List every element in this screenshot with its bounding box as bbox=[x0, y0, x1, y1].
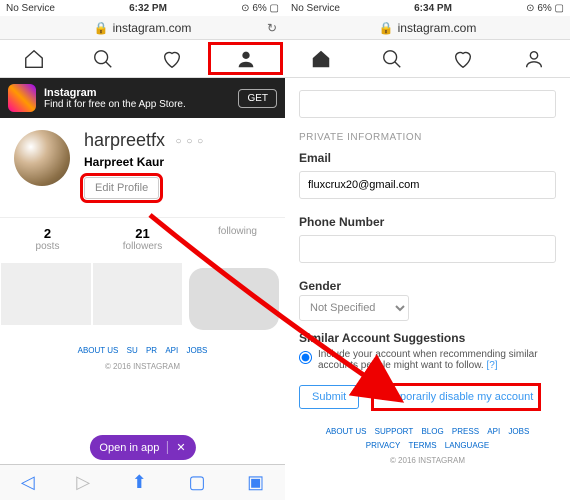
disable-account-link[interactable]: Temporarily disable my account bbox=[377, 389, 535, 405]
similar-radio[interactable] bbox=[299, 351, 312, 364]
profile-stats: 2posts 21followers following bbox=[0, 217, 285, 260]
open-in-app-pill[interactable]: Open in app✕ bbox=[89, 435, 195, 460]
email-label: Email bbox=[299, 151, 556, 165]
stat-posts[interactable]: 2posts bbox=[0, 218, 95, 260]
submit-button[interactable]: Submit bbox=[299, 385, 359, 409]
instagram-app-icon bbox=[8, 84, 36, 112]
get-app-button[interactable]: GET bbox=[238, 89, 277, 108]
battery: ⊙ 6% ▢ bbox=[526, 3, 564, 14]
status-bar: No Service 6:32 PM ⊙ 6% ▢ bbox=[0, 0, 285, 16]
similar-label: Similar Account Suggestions bbox=[299, 331, 556, 345]
edit-profile-button[interactable]: Edit Profile bbox=[84, 177, 159, 199]
url-text: instagram.com bbox=[398, 21, 477, 35]
photo-thumb[interactable] bbox=[189, 268, 279, 330]
close-icon[interactable]: ✕ bbox=[167, 441, 185, 454]
footer-links: ABOUT US SU PR API JOBS © 2016 INSTAGRAM bbox=[0, 336, 285, 381]
share-icon[interactable]: ⬆︎ bbox=[132, 472, 147, 493]
nav-tabs bbox=[285, 40, 570, 78]
similar-desc: Include your account when recommending s… bbox=[318, 349, 556, 371]
footer-link[interactable]: ABOUT US bbox=[78, 346, 119, 355]
photo-thumb[interactable] bbox=[93, 263, 183, 325]
profile-header: harpreetfx ○ ○ ○ Harpreet Kaur Edit Prof… bbox=[0, 118, 285, 211]
help-link[interactable]: [?] bbox=[486, 360, 497, 371]
safari-toolbar: ◁ ▷ ⬆︎ ▢ ▣ bbox=[0, 464, 285, 500]
battery: ⊙ 6% ▢ bbox=[241, 3, 279, 14]
nav-tabs bbox=[0, 40, 285, 78]
footer-link[interactable]: TERMS bbox=[409, 441, 437, 450]
tab-profile[interactable] bbox=[499, 40, 570, 77]
clock: 6:32 PM bbox=[129, 3, 167, 14]
promo-subtitle: Find it for free on the App Store. bbox=[44, 99, 238, 110]
footer-link[interactable]: API bbox=[165, 346, 178, 355]
email-field[interactable] bbox=[299, 171, 556, 199]
username: harpreetfx bbox=[84, 130, 165, 151]
status-bar: No Service 6:34 PM ⊙ 6% ▢ bbox=[285, 0, 570, 16]
tab-search[interactable] bbox=[356, 40, 427, 77]
url-text: instagram.com bbox=[113, 21, 192, 35]
footer-link[interactable]: BLOG bbox=[421, 427, 443, 436]
tab-home[interactable] bbox=[285, 40, 356, 77]
tab-home[interactable] bbox=[0, 40, 69, 77]
copyright: © 2016 INSTAGRAM bbox=[289, 454, 566, 468]
lock-icon: 🔒 bbox=[379, 21, 394, 35]
gender-select[interactable]: Not Specified bbox=[299, 295, 409, 321]
tab-profile[interactable] bbox=[208, 42, 283, 75]
stat-followers[interactable]: 21followers bbox=[95, 218, 190, 260]
bio-field[interactable] bbox=[299, 90, 556, 118]
url-bar[interactable]: 🔒 instagram.com bbox=[285, 16, 570, 40]
avatar[interactable] bbox=[14, 130, 70, 186]
carrier: No Service bbox=[6, 3, 55, 14]
tabs-icon[interactable]: ▣ bbox=[247, 472, 264, 493]
footer-link[interactable]: PRESS bbox=[452, 427, 479, 436]
gender-label: Gender bbox=[299, 279, 556, 293]
footer-link[interactable]: JOBS bbox=[508, 427, 529, 436]
tab-activity[interactable] bbox=[428, 40, 499, 77]
footer-link[interactable]: LANGUAGE bbox=[445, 441, 489, 450]
footer-link[interactable]: SU bbox=[127, 346, 138, 355]
lock-icon: 🔒 bbox=[94, 21, 109, 35]
back-icon[interactable]: ◁ bbox=[21, 472, 35, 493]
photo-grid bbox=[0, 262, 285, 336]
photo-thumb[interactable] bbox=[1, 263, 91, 325]
url-bar[interactable]: 🔒 instagram.com ↻ bbox=[0, 16, 285, 40]
footer-links: ABOUT US SUPPORT BLOG PRESS API JOBS PRI… bbox=[285, 417, 570, 476]
footer-link[interactable]: API bbox=[487, 427, 500, 436]
clock: 6:34 PM bbox=[414, 3, 452, 14]
refresh-icon[interactable]: ↻ bbox=[267, 21, 277, 35]
tab-activity[interactable] bbox=[138, 40, 207, 77]
forward-icon[interactable]: ▷ bbox=[76, 472, 90, 493]
phone-field[interactable] bbox=[299, 235, 556, 263]
tab-search[interactable] bbox=[69, 40, 138, 77]
section-header: PRIVATE INFORMATION bbox=[299, 132, 556, 143]
footer-link[interactable]: PR bbox=[146, 346, 157, 355]
phone-label: Phone Number bbox=[299, 215, 556, 229]
bookmarks-icon[interactable]: ▢ bbox=[188, 472, 205, 493]
display-name: Harpreet Kaur bbox=[84, 155, 204, 169]
footer-link[interactable]: PRIVACY bbox=[366, 441, 401, 450]
footer-link[interactable]: JOBS bbox=[186, 346, 207, 355]
stat-following[interactable]: following bbox=[190, 218, 285, 260]
app-promo-banner: Instagram Find it for free on the App St… bbox=[0, 78, 285, 118]
promo-title: Instagram bbox=[44, 87, 238, 99]
more-options-icon[interactable]: ○ ○ ○ bbox=[176, 136, 205, 147]
footer-link[interactable]: SUPPORT bbox=[375, 427, 414, 436]
copyright: © 2016 INSTAGRAM bbox=[4, 360, 281, 374]
carrier: No Service bbox=[291, 3, 340, 14]
footer-link[interactable]: ABOUT US bbox=[326, 427, 367, 436]
